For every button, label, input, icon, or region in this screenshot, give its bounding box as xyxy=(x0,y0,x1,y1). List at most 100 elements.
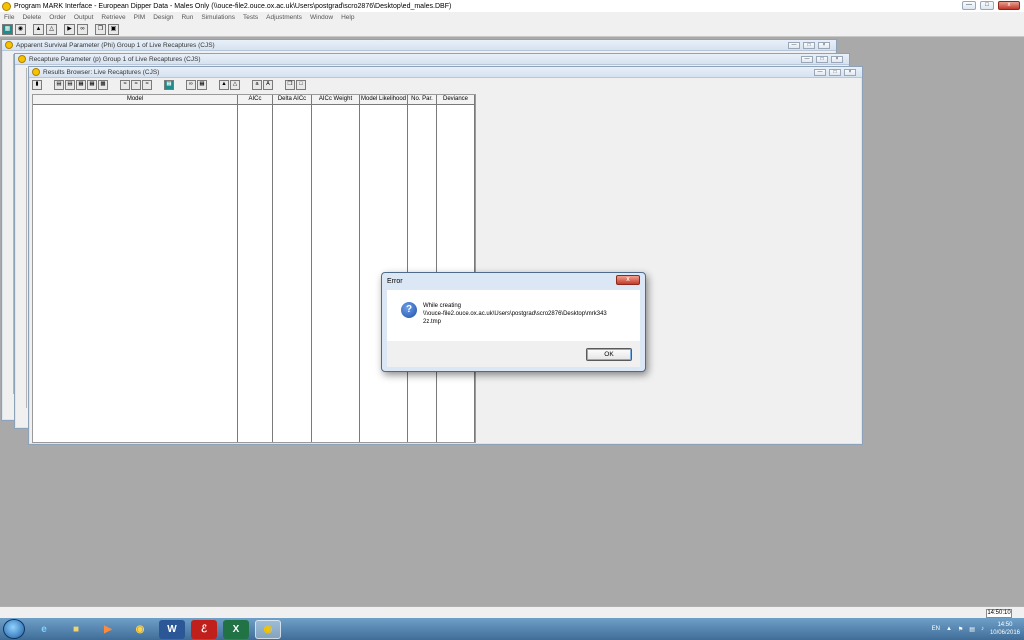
toolbar-separator xyxy=(28,24,31,35)
toolbar-separator xyxy=(43,80,53,90)
column-delta-aicc: Delta AICc xyxy=(273,95,312,442)
toolbar-separator xyxy=(90,24,93,35)
results-minimize-button[interactable]: — xyxy=(814,69,826,76)
system-tray: EN ▲ ⚑ ▤ ♪ 14:50 10/06/2016 xyxy=(932,619,1020,639)
copy-icon[interactable]: ❐ xyxy=(285,80,295,90)
survival-close-button[interactable]: × xyxy=(818,42,830,49)
column-aicc-weight: AICc Weight xyxy=(312,95,360,442)
minimize-button[interactable]: — xyxy=(962,1,976,10)
column-header-aicc[interactable]: AICc xyxy=(238,95,272,105)
mark-app-icon xyxy=(18,55,26,63)
view-icon[interactable]: ◉ xyxy=(15,23,26,35)
menu-delete[interactable]: Delete xyxy=(22,14,41,21)
close-button[interactable]: x xyxy=(998,1,1020,10)
volume-icon[interactable]: ♪ xyxy=(981,626,984,632)
taskbar-date: 10/06/2016 xyxy=(989,630,1020,636)
menu-simulations[interactable]: Simulations xyxy=(201,14,235,21)
results-toolbar: ▮ ▤ ▤ ▦ ▦ ▩ ≈ ≈ ≈ ▦ ∞ ▦ ▲ △ a A ❐ □ xyxy=(29,78,862,92)
paste-icon[interactable]: ▣ xyxy=(108,23,119,35)
word-icon[interactable]: W xyxy=(159,619,185,639)
column-header-model-likelihood[interactable]: Model Likelihood xyxy=(360,95,407,105)
copy-icon[interactable]: ❐ xyxy=(95,23,106,35)
taskbar-clock[interactable]: 14:50 10/06/2016 xyxy=(990,621,1020,637)
taskbar: e ■ ▶ ◉ W ℰ X ◉ EN ▲ ⚑ ▤ ♪ 14:50 10/06/2… xyxy=(0,618,1024,640)
column-header-model[interactable]: Model xyxy=(33,95,237,105)
menu-pim[interactable]: PIM xyxy=(134,14,146,21)
menu-file[interactable]: File xyxy=(4,14,14,21)
survival-window-title: Apparent Survival Parameter (Phi) Group … xyxy=(16,41,215,49)
toolbar-separator xyxy=(109,80,119,90)
network-icon[interactable]: ▤ xyxy=(969,626,975,633)
column-aicc: AICc xyxy=(238,95,273,442)
menu-order[interactable]: Order xyxy=(49,14,66,21)
language-indicator[interactable]: EN xyxy=(932,626,940,632)
database-icon[interactable]: ▦ xyxy=(164,80,174,90)
tray-chevron-icon[interactable]: ▲ xyxy=(946,626,952,632)
internet-explorer-icon[interactable]: e xyxy=(31,620,57,639)
sort-descending-icon[interactable]: △ xyxy=(230,80,240,90)
open-file-icon[interactable]: ▦ xyxy=(2,23,13,35)
recapture-minimize-button[interactable]: — xyxy=(801,56,813,63)
graph2-icon[interactable]: ≈ xyxy=(131,80,141,90)
view-notepad-icon[interactable]: ▤ xyxy=(65,80,75,90)
error-dialog-title: Error xyxy=(387,277,403,285)
link-icon[interactable]: ∞ xyxy=(186,80,196,90)
start-button[interactable] xyxy=(3,619,25,639)
flag-icon[interactable]: ⚑ xyxy=(958,626,963,633)
maximize-button[interactable]: □ xyxy=(980,1,994,10)
ok-button[interactable]: OK xyxy=(586,348,632,361)
graph-icon[interactable]: ≈ xyxy=(120,80,130,90)
view-table-icon[interactable]: ▦ xyxy=(76,80,86,90)
menu-window[interactable]: Window xyxy=(310,14,333,21)
results-maximize-button[interactable]: □ xyxy=(829,69,841,76)
plot-icon[interactable]: △ xyxy=(46,23,57,35)
menu-output[interactable]: Output xyxy=(74,14,94,21)
toolbar-separator xyxy=(59,24,62,35)
mark-app-icon xyxy=(5,41,13,49)
chrome-icon[interactable]: ◉ xyxy=(127,620,153,639)
link-icon[interactable]: ∞ xyxy=(77,23,88,35)
survival-minimize-button[interactable]: — xyxy=(788,42,800,49)
status-clock: 14:50:10 xyxy=(986,609,1012,618)
mark-taskbar-icon[interactable]: ◉ xyxy=(255,619,281,639)
chart-icon[interactable]: ▲ xyxy=(33,23,44,35)
print-icon[interactable]: ▩ xyxy=(98,80,108,90)
menubar: File Delete Order Output Retrieve PIM De… xyxy=(0,12,1024,22)
menu-design[interactable]: Design xyxy=(153,14,173,21)
column-header-aicc-weight[interactable]: AICc Weight xyxy=(312,95,359,105)
error-dialog-close-button[interactable]: x xyxy=(616,275,640,285)
graph3-icon[interactable]: ≈ xyxy=(142,80,152,90)
window-icon[interactable]: □ xyxy=(296,80,306,90)
grid-icon[interactable]: ▦ xyxy=(197,80,207,90)
pim-grid-edge xyxy=(6,54,14,394)
column-header-no-par[interactable]: No. Par. xyxy=(408,95,436,105)
font-small-icon[interactable]: a xyxy=(252,80,262,90)
run-icon[interactable]: ▶ xyxy=(64,23,75,35)
toolbar-separator xyxy=(241,80,251,90)
view-output-icon[interactable]: ▤ xyxy=(54,80,64,90)
delete-icon[interactable]: ▮ xyxy=(32,80,42,90)
view-list-icon[interactable]: ▦ xyxy=(87,80,97,90)
media-player-icon[interactable]: ▶ xyxy=(95,620,121,639)
column-header-deviance[interactable]: Deviance xyxy=(437,95,474,105)
toolbar-separator xyxy=(175,80,185,90)
menu-help[interactable]: Help xyxy=(341,14,354,21)
app-titlebar: Program MARK Interface - European Dipper… xyxy=(0,0,1024,12)
menu-adjustments[interactable]: Adjustments xyxy=(266,14,302,21)
acrobat-icon[interactable]: ℰ xyxy=(191,619,217,639)
sort-ascending-icon[interactable]: ▲ xyxy=(219,80,229,90)
font-large-icon[interactable]: A xyxy=(263,80,273,90)
menu-retrieve[interactable]: Retrieve xyxy=(101,14,125,21)
survival-maximize-button[interactable]: □ xyxy=(803,42,815,49)
results-window-title: Results Browser: Live Recaptures (CJS) xyxy=(43,68,160,76)
menu-run[interactable]: Run xyxy=(181,14,193,21)
error-dialog-body: ? While creating \\\ouce-file2.ouce.ox.a… xyxy=(387,290,640,341)
recapture-maximize-button[interactable]: □ xyxy=(816,56,828,63)
file-explorer-icon[interactable]: ■ xyxy=(63,620,89,639)
menu-tests[interactable]: Tests xyxy=(243,14,258,21)
results-close-button[interactable]: × xyxy=(844,69,856,76)
excel-icon[interactable]: X xyxy=(223,619,249,639)
column-header-delta-aicc[interactable]: Delta AICc xyxy=(273,95,311,105)
mark-app-icon xyxy=(32,68,40,76)
recapture-close-button[interactable]: × xyxy=(831,56,843,63)
